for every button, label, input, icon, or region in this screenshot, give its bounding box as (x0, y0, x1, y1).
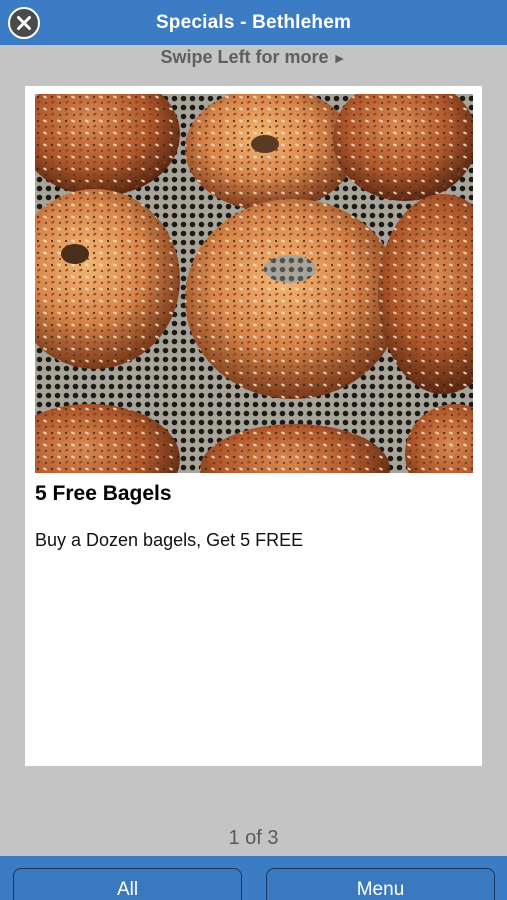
bottom-bar: All Menu (0, 856, 507, 900)
top-bar: Specials - Bethlehem (0, 0, 507, 45)
page-indicator: 1 of 3 (228, 827, 279, 849)
specials-screen: Specials - Bethlehem Swipe Left for more… (0, 0, 507, 900)
special-card[interactable]: 5 Free Bagels Buy a Dozen bagels, Get 5 … (25, 86, 482, 766)
special-description: Buy a Dozen bagels, Get 5 FREE (35, 530, 304, 550)
all-button[interactable]: All (13, 868, 242, 900)
menu-button[interactable]: Menu (266, 868, 495, 900)
bagels-image (35, 94, 473, 473)
swipe-hint: Swipe Left for more ► (0, 44, 507, 70)
special-photo (35, 94, 473, 473)
special-title: 5 Free Bagels (35, 482, 172, 505)
swipe-hint-text: Swipe Left for more (160, 47, 329, 67)
page-title: Specials - Bethlehem (155, 12, 352, 33)
right-arrow-icon: ► (332, 50, 347, 66)
